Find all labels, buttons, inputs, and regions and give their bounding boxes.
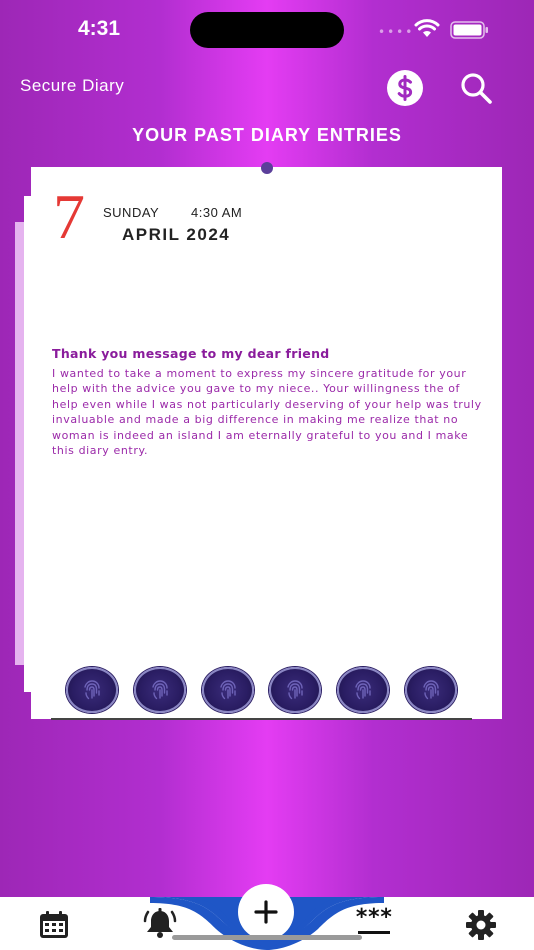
fingerprint-glyph [219, 680, 236, 700]
card-divider [51, 718, 472, 720]
search-icon[interactable] [458, 70, 494, 106]
calendar-icon[interactable] [39, 911, 69, 939]
alarm-bell-icon[interactable] [143, 907, 177, 939]
fingerprint-glyph [152, 680, 168, 700]
gear-icon[interactable] [465, 909, 497, 941]
page-stack-edge [15, 222, 24, 665]
fingerprint-icon[interactable] [133, 667, 186, 713]
fingerprint-icon[interactable] [66, 667, 118, 713]
battery-icon [450, 21, 488, 39]
fingerprint-row [66, 667, 466, 713]
entry-body: I wanted to take a moment to express my … [52, 367, 482, 458]
entry-month-year: APRIL 2024 [122, 225, 231, 244]
pin-icon [261, 162, 273, 174]
entry-time: 4:30 AM [191, 205, 243, 220]
entry-title: Thank you message to my dear friend [52, 346, 330, 361]
status-time: 4:31 [78, 17, 121, 40]
home-indicator [172, 935, 362, 940]
diary-entry-card[interactable]: 7 SUNDAY 4:30 AM APRIL 2024 Thank you me… [31, 167, 502, 720]
fingerprint-glyph [355, 680, 371, 700]
dynamic-island [190, 12, 344, 48]
password-icon-underline [358, 931, 390, 934]
plus-icon [254, 900, 278, 924]
app-title: Secure Diary [20, 76, 125, 95]
fingerprint-glyph [423, 680, 439, 700]
section-title: YOUR PAST DIARY ENTRIES [132, 125, 402, 145]
fingerprint-icon[interactable] [269, 667, 322, 713]
entry-weekday: SUNDAY [103, 205, 160, 220]
app-header: Secure Diary [0, 64, 534, 110]
fingerprint-icon[interactable] [201, 667, 254, 713]
fingerprint-icon[interactable] [405, 667, 457, 713]
wifi-icon [414, 19, 440, 37]
signal-icon: •••• [378, 25, 415, 39]
dollar-circle-icon[interactable] [386, 69, 424, 107]
fingerprint-glyph [287, 680, 304, 700]
add-entry-button[interactable] [238, 884, 294, 940]
entry-day-number: 7 [53, 181, 85, 252]
password-icon[interactable]: *** [355, 905, 393, 930]
status-bar: 4:31 •••• [0, 0, 534, 60]
fingerprint-icon[interactable] [337, 667, 390, 713]
fingerprint-glyph [84, 680, 100, 700]
